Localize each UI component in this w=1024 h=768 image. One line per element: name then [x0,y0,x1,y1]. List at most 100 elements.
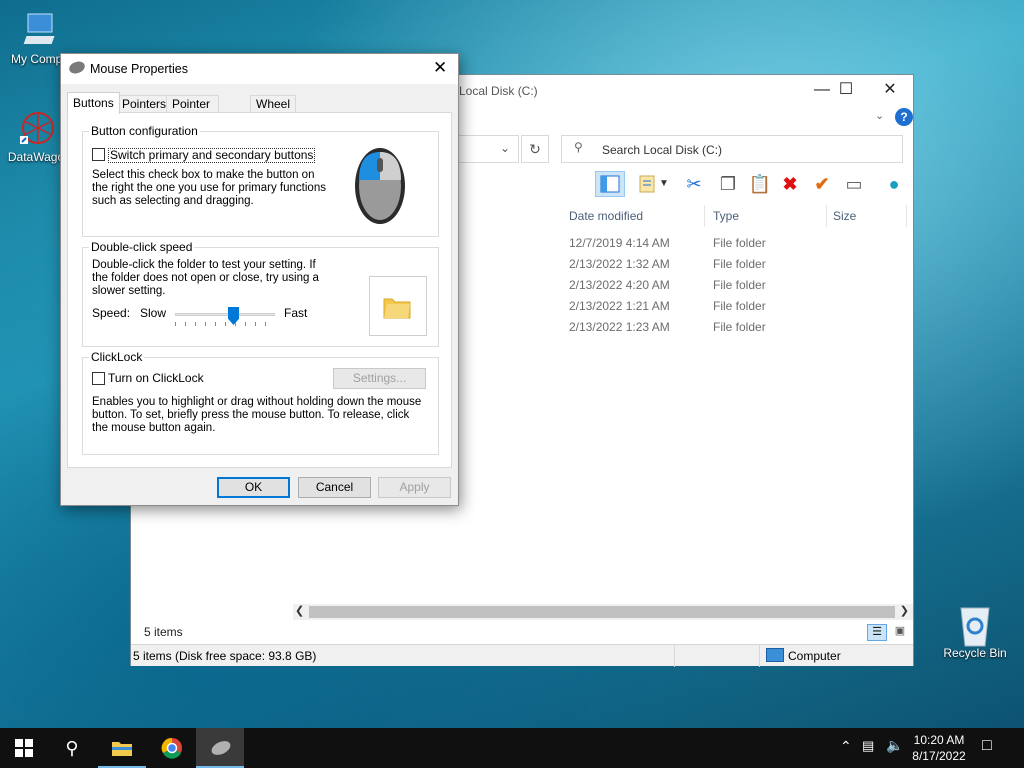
cut-icon[interactable]: ✂ [681,171,707,197]
group-label: Double-click speed [89,240,195,254]
details-view-icon[interactable]: ☰ [867,624,887,641]
properties-dropdown-icon[interactable]: ▼ [657,171,671,197]
switch-buttons-checkbox[interactable] [92,148,105,161]
taskbar-chrome[interactable] [148,728,196,768]
apply-button[interactable]: Apply [378,477,451,498]
clicklock-description: Enables you to highlight or drag without… [92,396,422,434]
search-box[interactable]: ⚲ Search Local Disk (C:) [561,135,903,163]
scroll-left-icon[interactable]: ❮ [295,604,304,617]
refresh-button[interactable]: ↻ [521,135,549,163]
group-label: ClickLock [89,350,145,364]
desktop-icon-label: Recycle Bin [943,646,1007,660]
speed-slider[interactable] [175,306,275,328]
test-folder-area[interactable] [369,276,427,336]
slow-label: Slow [140,306,167,320]
group-label: Button configuration [89,124,200,138]
tab-pointers[interactable]: Pointers [116,95,173,113]
column-header-size[interactable]: Size [827,205,907,227]
chrome-icon [161,737,182,759]
taskbar-file-explorer[interactable] [98,728,146,768]
horizontal-scrollbar[interactable]: ❮ ❯ [293,604,913,620]
clicklock-group: ClickLock Turn on ClickLock Settings... … [82,350,439,455]
row-type: File folder [713,320,766,334]
search-button[interactable]: ⚲ [48,728,96,768]
mouse-icon [209,738,233,758]
close-button[interactable]: ✕ [867,75,913,105]
clock[interactable]: 10:20 AM 8/17/2022 [904,732,974,764]
layout-pane-icon[interactable] [595,171,625,197]
maximize-button[interactable]: ☐ [823,75,869,105]
search-icon: ⚲ [574,140,583,154]
row-type: File folder [713,299,766,313]
double-click-description: Double-click the folder to test your set… [92,259,319,297]
tab-wheel[interactable]: Wheel [250,95,297,113]
row-type: File folder [713,236,766,250]
cancel-button[interactable]: Cancel [298,477,371,498]
mouse-illustration-icon [353,142,407,226]
dialog-titlebar[interactable]: Mouse Properties ✕ [61,54,458,84]
network-icon[interactable]: ▤ [862,738,874,754]
row-date: 2/13/2022 4:20 AM [569,278,670,292]
datawago-icon [16,108,56,148]
address-dropdown-icon[interactable]: ⌄ [500,141,510,155]
column-header-date[interactable]: Date modified [563,205,705,227]
row-date: 12/7/2019 4:14 AM [569,236,670,250]
dialog-close-button[interactable]: ✕ [433,58,447,78]
rename-check-icon[interactable]: ✔ [809,171,835,197]
folder-icon [383,298,411,319]
recycle-bin-icon [955,604,995,647]
clicklock-checkbox[interactable] [92,372,105,385]
search-placeholder: Search Local Disk (C:) [602,143,723,157]
computer-small-icon [766,648,784,662]
fast-label: Fast [284,306,308,320]
mouse-icon [67,59,87,76]
clock-time: 10:20 AM [913,733,965,747]
address-bar[interactable]: ⌄ [451,135,519,163]
location-text: Computer [788,649,841,663]
network-globe-icon[interactable]: ● [881,171,907,197]
row-date: 2/13/2022 1:32 AM [569,257,670,271]
dialog-title: Mouse Properties [90,62,188,76]
scrollbar-thumb[interactable] [309,606,895,618]
delete-icon[interactable]: ✖ [777,171,803,197]
row-date: 2/13/2022 1:21 AM [569,299,670,313]
paste-icon[interactable]: 📋 [747,171,773,197]
clicklock-settings-button[interactable]: Settings... [333,368,426,389]
column-header-type[interactable]: Type [707,205,827,227]
item-count: 5 items ☰ ▣ [131,620,913,644]
switch-buttons-label[interactable]: Switch primary and secondary buttons [108,148,316,163]
start-button[interactable] [0,728,48,768]
buttons-tab-panel: Button configuration Switch primary and … [67,112,452,468]
ok-button[interactable]: OK [217,477,290,498]
mouse-properties-dialog[interactable]: Mouse Properties ✕ Buttons Pointers Poin… [60,53,459,506]
taskbar-mouse-properties[interactable] [196,728,244,768]
copy-icon[interactable]: ❐ [715,171,741,197]
row-date: 2/13/2022 1:23 AM [569,320,670,334]
button-configuration-group: Button configuration Switch primary and … [82,124,439,237]
volume-icon[interactable]: 🔈 [886,737,903,754]
tab-pointer-options[interactable]: Pointer Options [166,95,220,127]
help-icon[interactable]: ? [895,108,913,126]
scroll-right-icon[interactable]: ❯ [900,604,909,617]
computer-icon [20,10,60,50]
status-text: 5 items (Disk free space: 93.8 GB) [133,649,317,663]
clock-date: 8/17/2022 [912,749,966,763]
search-icon: ⚲ [65,738,79,758]
expand-ribbon-icon[interactable]: ⌄ [875,109,884,122]
status-bar: 5 items (Disk free space: 93.8 GB) Compu… [131,644,913,667]
drive-icon[interactable]: ▭ [841,171,867,197]
clicklock-label[interactable]: Turn on ClickLock [108,372,204,385]
explorer-title: Local Disk (C:) [459,84,538,98]
double-click-speed-group: Double-click speed Double-click the fold… [82,240,439,347]
taskbar: ⚲ ⌃ ▤ 🔈 10:20 AM 8/17/2022 □ [0,728,1024,768]
large-icons-view-icon[interactable]: ▣ [891,624,909,641]
slider-ticks [175,322,275,326]
show-hidden-icons-icon[interactable]: ⌃ [840,738,852,755]
slider-track [175,313,275,316]
button-config-description: Select this check box to make the button… [92,169,326,207]
desktop-icon-recycle-bin[interactable]: Recycle Bin [935,604,1015,660]
row-type: File folder [713,278,766,292]
folder-icon [112,742,132,756]
notifications-icon[interactable]: □ [982,737,992,755]
tab-buttons[interactable]: Buttons [67,92,120,114]
